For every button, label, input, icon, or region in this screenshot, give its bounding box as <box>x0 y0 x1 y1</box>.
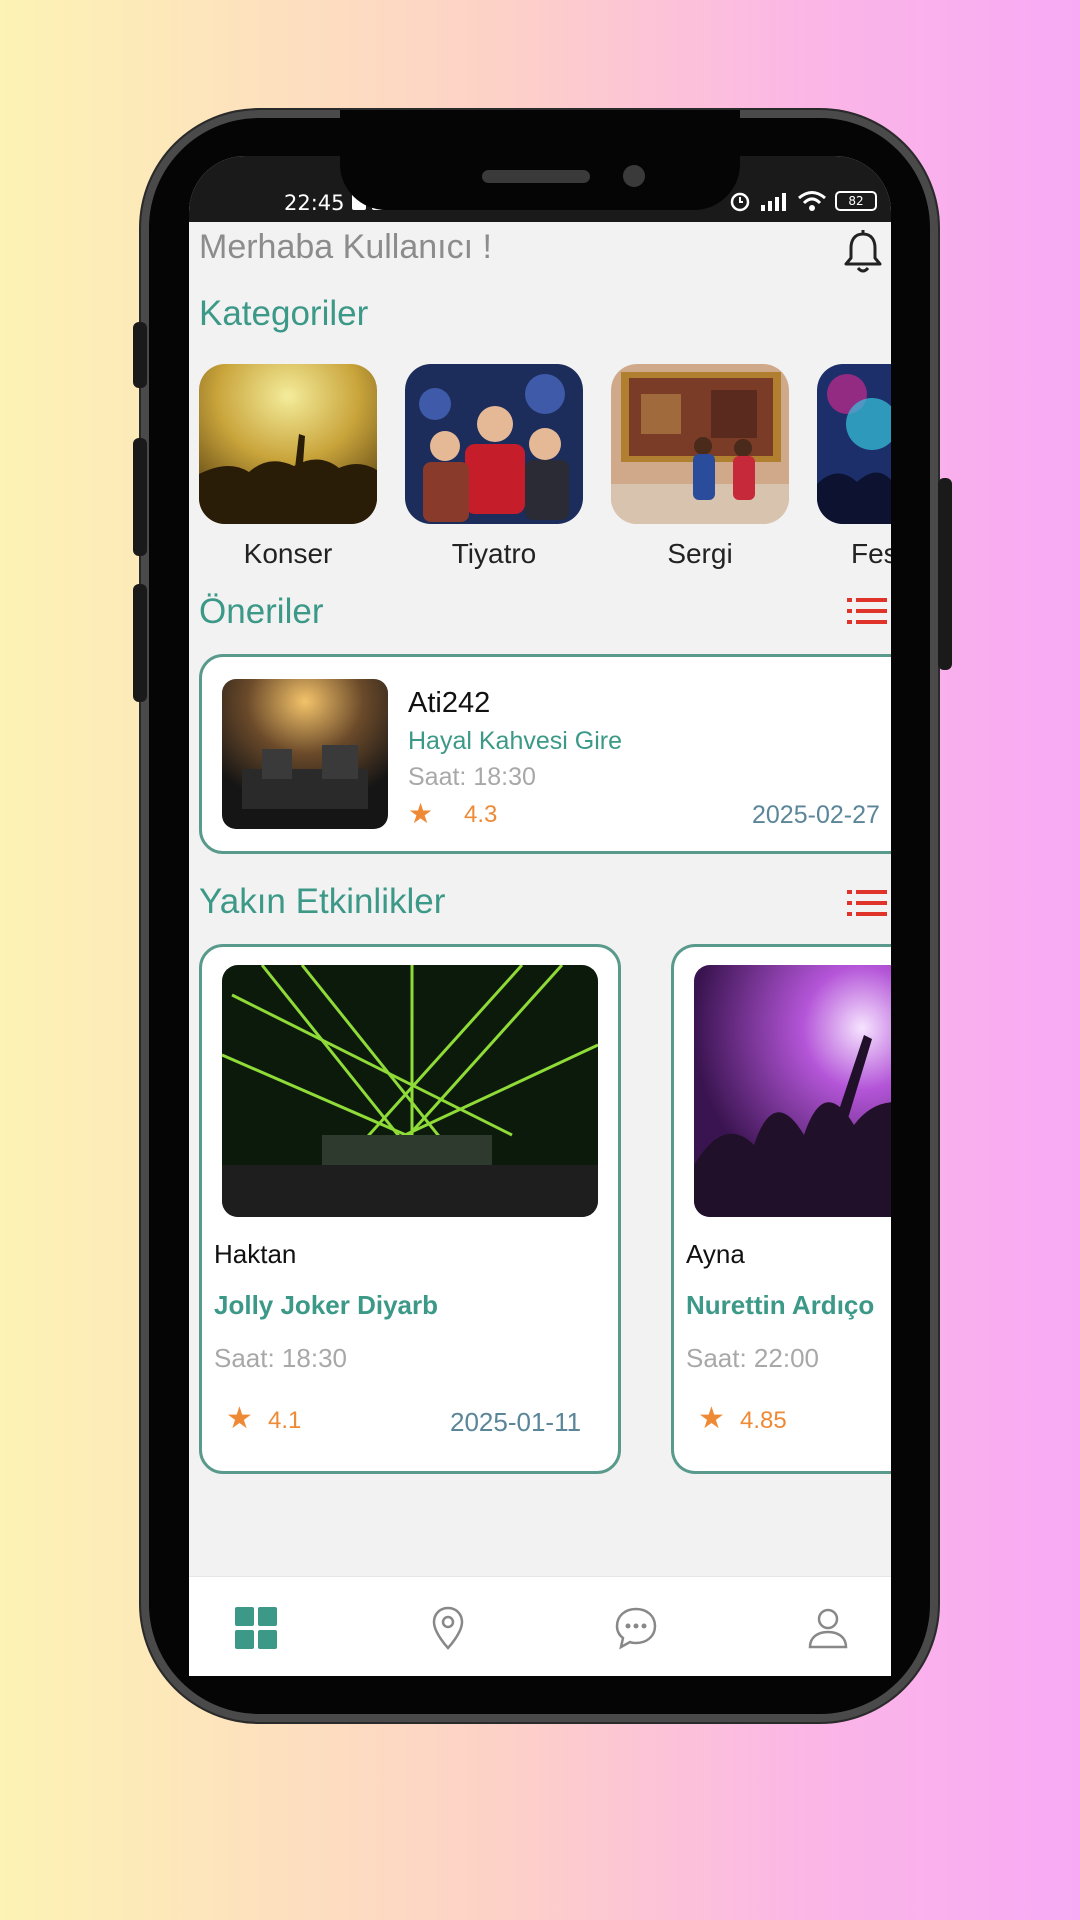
grid-icon[interactable] <box>233 1605 279 1651</box>
signal-icon <box>761 193 786 211</box>
category-label: Konser <box>243 538 333 569</box>
star-icon: ★ <box>698 1402 725 1435</box>
speaker-grille <box>482 170 590 183</box>
location-pin-icon[interactable] <box>425 1605 471 1651</box>
side-button <box>133 322 147 388</box>
category-fes[interactable]: Fes <box>817 364 891 570</box>
categories-title: Kategoriler <box>199 294 369 333</box>
category-image <box>405 364 583 524</box>
side-button <box>938 478 952 670</box>
category-image <box>199 364 377 524</box>
event-venue: Jolly Joker Diyarb <box>214 1290 438 1320</box>
recommendations-title: Öneriler <box>199 592 324 631</box>
event-name: Ayna <box>686 1239 745 1269</box>
side-button <box>133 438 147 556</box>
nearby-events-title: Yakın Etkinlikler <box>199 882 446 921</box>
bell-icon[interactable] <box>841 228 885 276</box>
profile-icon[interactable] <box>805 1605 851 1651</box>
side-button <box>133 584 147 702</box>
category-label: Tiyatro <box>451 538 537 569</box>
category-konser[interactable]: Konser <box>199 364 377 570</box>
category-image <box>817 364 891 524</box>
event-rating: 4.3 <box>464 801 498 828</box>
category-label: Sergi <box>667 538 733 569</box>
category-sergi[interactable]: Sergi <box>611 364 789 570</box>
chat-icon[interactable] <box>613 1605 659 1651</box>
event-date: 2025-01-11 <box>450 1407 582 1437</box>
category-image <box>611 364 789 524</box>
event-rating: 4.85 <box>740 1407 787 1434</box>
battery-indicator: 82 <box>835 191 877 211</box>
list-icon[interactable] <box>847 596 887 626</box>
star-icon: ★ <box>408 798 434 829</box>
event-name: Haktan <box>214 1239 297 1269</box>
category-tiyatro[interactable]: Tiyatro <box>405 364 583 570</box>
event-date: 2025-02-27 <box>752 801 880 829</box>
event-name: Ati242 <box>408 687 491 719</box>
category-label: Fes <box>851 538 891 569</box>
front-camera <box>623 165 645 187</box>
event-venue: Hayal Kahvesi Gire <box>408 727 622 755</box>
event-image <box>694 965 891 1217</box>
status-icons: 82 <box>729 190 877 212</box>
event-card[interactable]: Ayna Nurettin Ardıço Saat: 22:00 ★ 4.85 <box>671 944 891 1474</box>
bottom-navigation <box>189 1576 891 1676</box>
phone-notch <box>340 110 740 210</box>
star-icon: ★ <box>226 1402 253 1435</box>
event-rating: 4.1 <box>268 1407 302 1434</box>
wifi-icon <box>798 191 826 211</box>
event-image <box>222 679 388 829</box>
list-icon[interactable] <box>847 888 887 918</box>
recommendation-card[interactable]: Ati242 Hayal Kahvesi Gire Saat: 18:30 ★ … <box>199 654 891 854</box>
event-time: Saat: 18:30 <box>214 1343 347 1373</box>
event-image <box>222 965 598 1217</box>
greeting-text: Merhaba Kullanıcı ! <box>199 228 492 266</box>
status-time: 22:45 <box>284 191 345 215</box>
event-time: Saat: 18:30 <box>408 763 536 791</box>
event-card[interactable]: Haktan Jolly Joker Diyarb Saat: 18:30 ★ … <box>199 944 621 1474</box>
app-screen: 22:45 82 Merhaba Kullanıcı ! Kategoriler <box>189 156 891 1676</box>
event-venue: Nurettin Ardıço <box>686 1290 875 1320</box>
event-time: Saat: 22:00 <box>686 1343 819 1373</box>
alarm-icon <box>730 192 750 212</box>
